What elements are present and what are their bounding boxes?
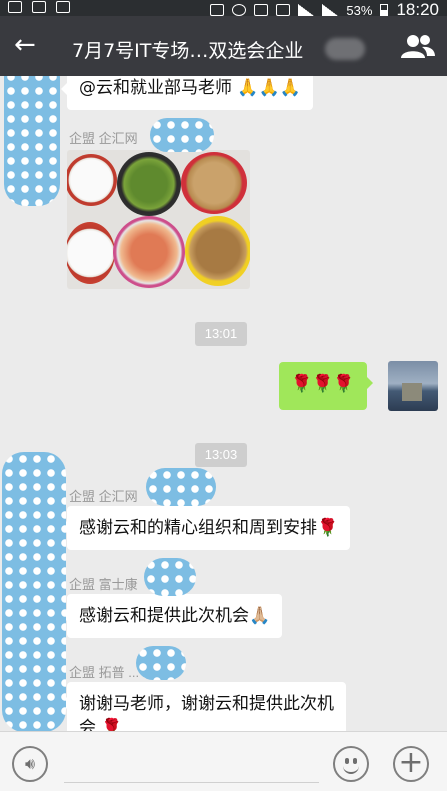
message-bubble[interactable]: @云和就业部马老师 🙏🙏🙏 bbox=[61, 76, 313, 110]
heart-icon bbox=[276, 4, 291, 16]
redacted-avatar bbox=[2, 452, 66, 731]
message-bubble-self[interactable]: 🌹🌹🌹 bbox=[279, 362, 373, 410]
status-bar: 53% 18:20 bbox=[0, 0, 447, 19]
meal-tray-photo[interactable] bbox=[67, 150, 250, 289]
redacted-avatar bbox=[4, 76, 60, 206]
message-text: 谢谢马老师，谢谢云和提供此次机 bbox=[79, 694, 334, 714]
sender-name: 企盟 企汇网 bbox=[69, 489, 138, 504]
message-text: @云和就业部马老师 🙏🙏🙏 bbox=[79, 78, 301, 98]
message-text-line2: 会 🌹 bbox=[79, 718, 123, 731]
message-bubble[interactable]: 感谢云和提供此次机会🙏🏼 bbox=[60, 594, 283, 638]
timestamp: 13:03 bbox=[195, 443, 247, 467]
avatar[interactable] bbox=[388, 361, 438, 411]
signal-icon bbox=[298, 4, 315, 16]
voice-input-icon[interactable]: 🔊︎ bbox=[12, 746, 48, 782]
mute-icon bbox=[210, 4, 225, 16]
text-input[interactable] bbox=[64, 782, 319, 783]
alarm-icon bbox=[232, 4, 247, 16]
redacted-name bbox=[146, 468, 216, 506]
redacted-name bbox=[144, 558, 196, 596]
weibo-icon bbox=[56, 1, 70, 13]
signal-icon bbox=[322, 4, 339, 16]
message-text: 感谢云和提供此次机会🙏🏼 bbox=[79, 606, 271, 626]
message-bubble[interactable]: 谢谢马老师，谢谢云和提供此次机 会 🌹 bbox=[61, 682, 346, 731]
sender-name: 企盟 企汇网 bbox=[69, 131, 138, 146]
sender-name: 企盟 富士康 bbox=[69, 577, 138, 592]
message-text: 感谢云和的精心组织和周到安排🌹 bbox=[79, 518, 339, 538]
redacted-name bbox=[150, 118, 214, 152]
input-bar: 🔊︎ + bbox=[0, 731, 447, 791]
message-bubble[interactable]: 感谢云和的精心组织和周到安排🌹 bbox=[60, 506, 351, 550]
group-members-icon[interactable] bbox=[401, 34, 435, 58]
timestamp: 13:01 bbox=[195, 322, 247, 346]
battery-icon bbox=[380, 3, 389, 17]
sender-name: 企盟 拓普 ... bbox=[69, 665, 140, 680]
redacted-name bbox=[136, 646, 186, 680]
back-arrow-icon[interactable]: ← bbox=[14, 32, 36, 58]
emoji-icon[interactable] bbox=[333, 746, 369, 782]
plus-icon[interactable]: + bbox=[393, 746, 429, 782]
title-redaction bbox=[325, 38, 365, 60]
chat-header: ← 7月7号IT专场…双选会企业 bbox=[0, 16, 447, 76]
wechat-icon bbox=[8, 1, 22, 13]
message-list[interactable]: @云和就业部马老师 🙏🙏🙏 企盟 企汇网 13:01 🌹🌹🌹 13:03 企盟 … bbox=[0, 76, 447, 731]
message-text: 🌹🌹🌹 bbox=[291, 374, 355, 394]
image-icon bbox=[32, 1, 46, 13]
wifi-icon bbox=[254, 4, 269, 16]
